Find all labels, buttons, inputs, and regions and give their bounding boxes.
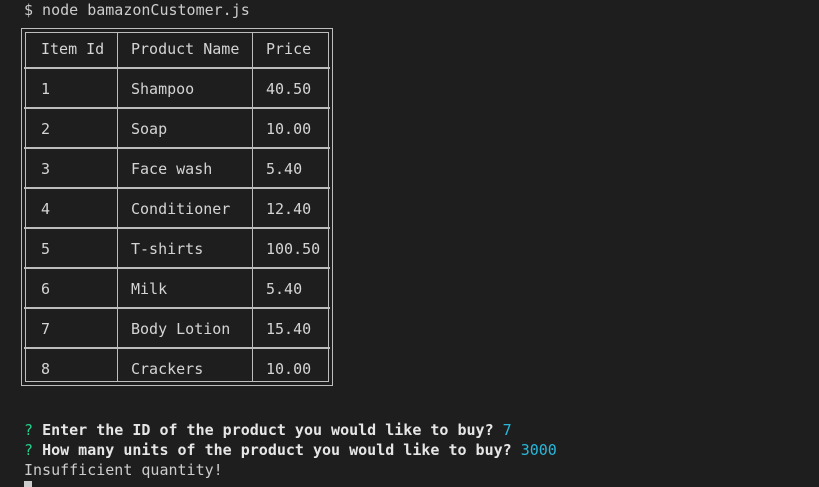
table-cell-name: Crackers (131, 360, 204, 378)
prompt-quantity: ? How many units of the product you woul… (24, 440, 557, 460)
table-cell-name: Face wash (131, 160, 213, 178)
table-cell-price: 12.40 (266, 200, 312, 218)
table-cell-id: 2 (41, 120, 51, 138)
prompt-question: Enter the ID of the product you would li… (42, 421, 494, 439)
table-cell-name: Body Lotion (131, 320, 231, 338)
terminal-cursor[interactable] (24, 481, 32, 487)
header-price: Price (266, 40, 312, 58)
table-cell-name: Conditioner (131, 200, 231, 218)
row-separator (24, 67, 330, 69)
prompt-mark: ? (24, 441, 34, 459)
table-cell-price: 40.50 (266, 80, 312, 98)
row-separator (24, 147, 330, 149)
prompt-product-id: ? Enter the ID of the product you would … (24, 420, 512, 440)
table-cell-price: 10.00 (266, 120, 312, 138)
terminal-window[interactable]: $ node bamazonCustomer.js Item Id Produc… (0, 0, 819, 487)
table-cell-id: 4 (41, 200, 51, 218)
row-separator (24, 347, 330, 349)
header-item-id: Item Id (41, 40, 105, 58)
prompt-answer: 7 (502, 421, 512, 439)
table-cell-name: Shampoo (131, 80, 195, 98)
column-separator (117, 32, 118, 382)
table-cell-price: 15.40 (266, 320, 312, 338)
table-cell-name: Milk (131, 280, 168, 298)
table-cell-id: 3 (41, 160, 51, 178)
row-separator (24, 227, 330, 229)
table-cell-name: T-shirts (131, 240, 204, 258)
row-separator (24, 187, 330, 189)
row-separator (24, 307, 330, 309)
table-cell-id: 8 (41, 360, 51, 378)
row-separator (24, 267, 330, 269)
table-cell-price: 100.50 (266, 240, 321, 258)
header-product-name: Product Name (131, 40, 240, 58)
table-cell-price: 5.40 (266, 280, 303, 298)
table-cell-price: 10.00 (266, 360, 312, 378)
column-separator (252, 32, 253, 382)
prompt-mark: ? (24, 421, 34, 439)
prompt-question: How many units of the product you would … (42, 441, 512, 459)
table-cell-id: 7 (41, 320, 51, 338)
table-cell-id: 6 (41, 280, 51, 298)
result-message: Insufficient quantity! (24, 461, 223, 479)
prompt-answer: 3000 (520, 441, 557, 459)
table-cell-id: 5 (41, 240, 51, 258)
row-separator (24, 107, 330, 109)
table-cell-price: 5.40 (266, 160, 303, 178)
table-cell-id: 1 (41, 80, 51, 98)
table-cell-name: Soap (131, 120, 168, 138)
command-line: $ node bamazonCustomer.js (24, 1, 250, 19)
